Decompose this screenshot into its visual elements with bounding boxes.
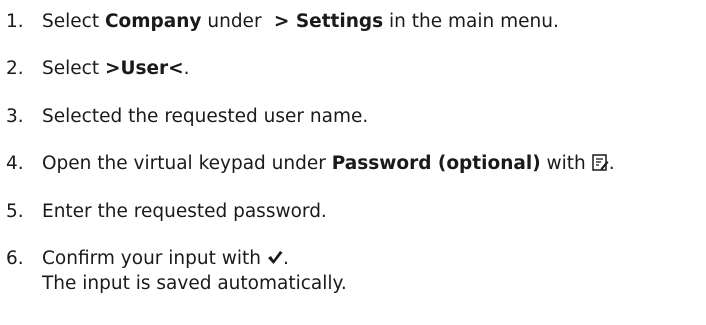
step-text: with bbox=[540, 153, 586, 174]
step-6: 6. Confirm your input with. The input is s… bbox=[6, 247, 347, 296]
menu-item-settings: > Settings bbox=[267, 11, 384, 32]
menu-item-company: Company bbox=[104, 11, 202, 32]
instruction-steps: 1. Select Company under > Settings in the… bbox=[0, 0, 706, 325]
step-2: 2. Select >User<. bbox=[6, 57, 190, 81]
edit-icon bbox=[592, 154, 609, 178]
step-number: 5. bbox=[6, 201, 24, 222]
step-number: 3. bbox=[6, 106, 24, 127]
step-text: in the main menu. bbox=[383, 11, 559, 32]
step-3: 3. Selected the requested user name. bbox=[6, 105, 368, 129]
step-text: Confirm your input with bbox=[42, 248, 261, 269]
step-text: . bbox=[283, 248, 289, 269]
step-text: Select bbox=[42, 58, 105, 79]
step-note: The input is saved automatically. bbox=[42, 273, 347, 294]
step-number: 4. bbox=[6, 153, 24, 174]
step-text: Open the virtual keypad under bbox=[42, 153, 332, 174]
step-number: 2. bbox=[6, 58, 24, 79]
step-text: under bbox=[201, 11, 268, 32]
step-number: 1. bbox=[6, 11, 24, 32]
step-text: . bbox=[183, 58, 190, 79]
step-text: Selected the requested user name. bbox=[42, 106, 369, 127]
checkmark-icon bbox=[267, 248, 283, 272]
step-text: Select bbox=[42, 11, 105, 32]
step-4: 4. Open the virtual keypad under Password… bbox=[6, 152, 615, 178]
step-text: Enter the requested password. bbox=[42, 201, 327, 222]
menu-item-user: >User< bbox=[104, 58, 184, 79]
step-1: 1. Select Company under > Settings in the… bbox=[6, 10, 559, 34]
field-password-optional: Password (optional) bbox=[331, 153, 541, 174]
step-number: 6. bbox=[6, 248, 24, 269]
step-text: . bbox=[608, 153, 615, 174]
step-5: 5. Enter the requested password. bbox=[6, 200, 327, 224]
